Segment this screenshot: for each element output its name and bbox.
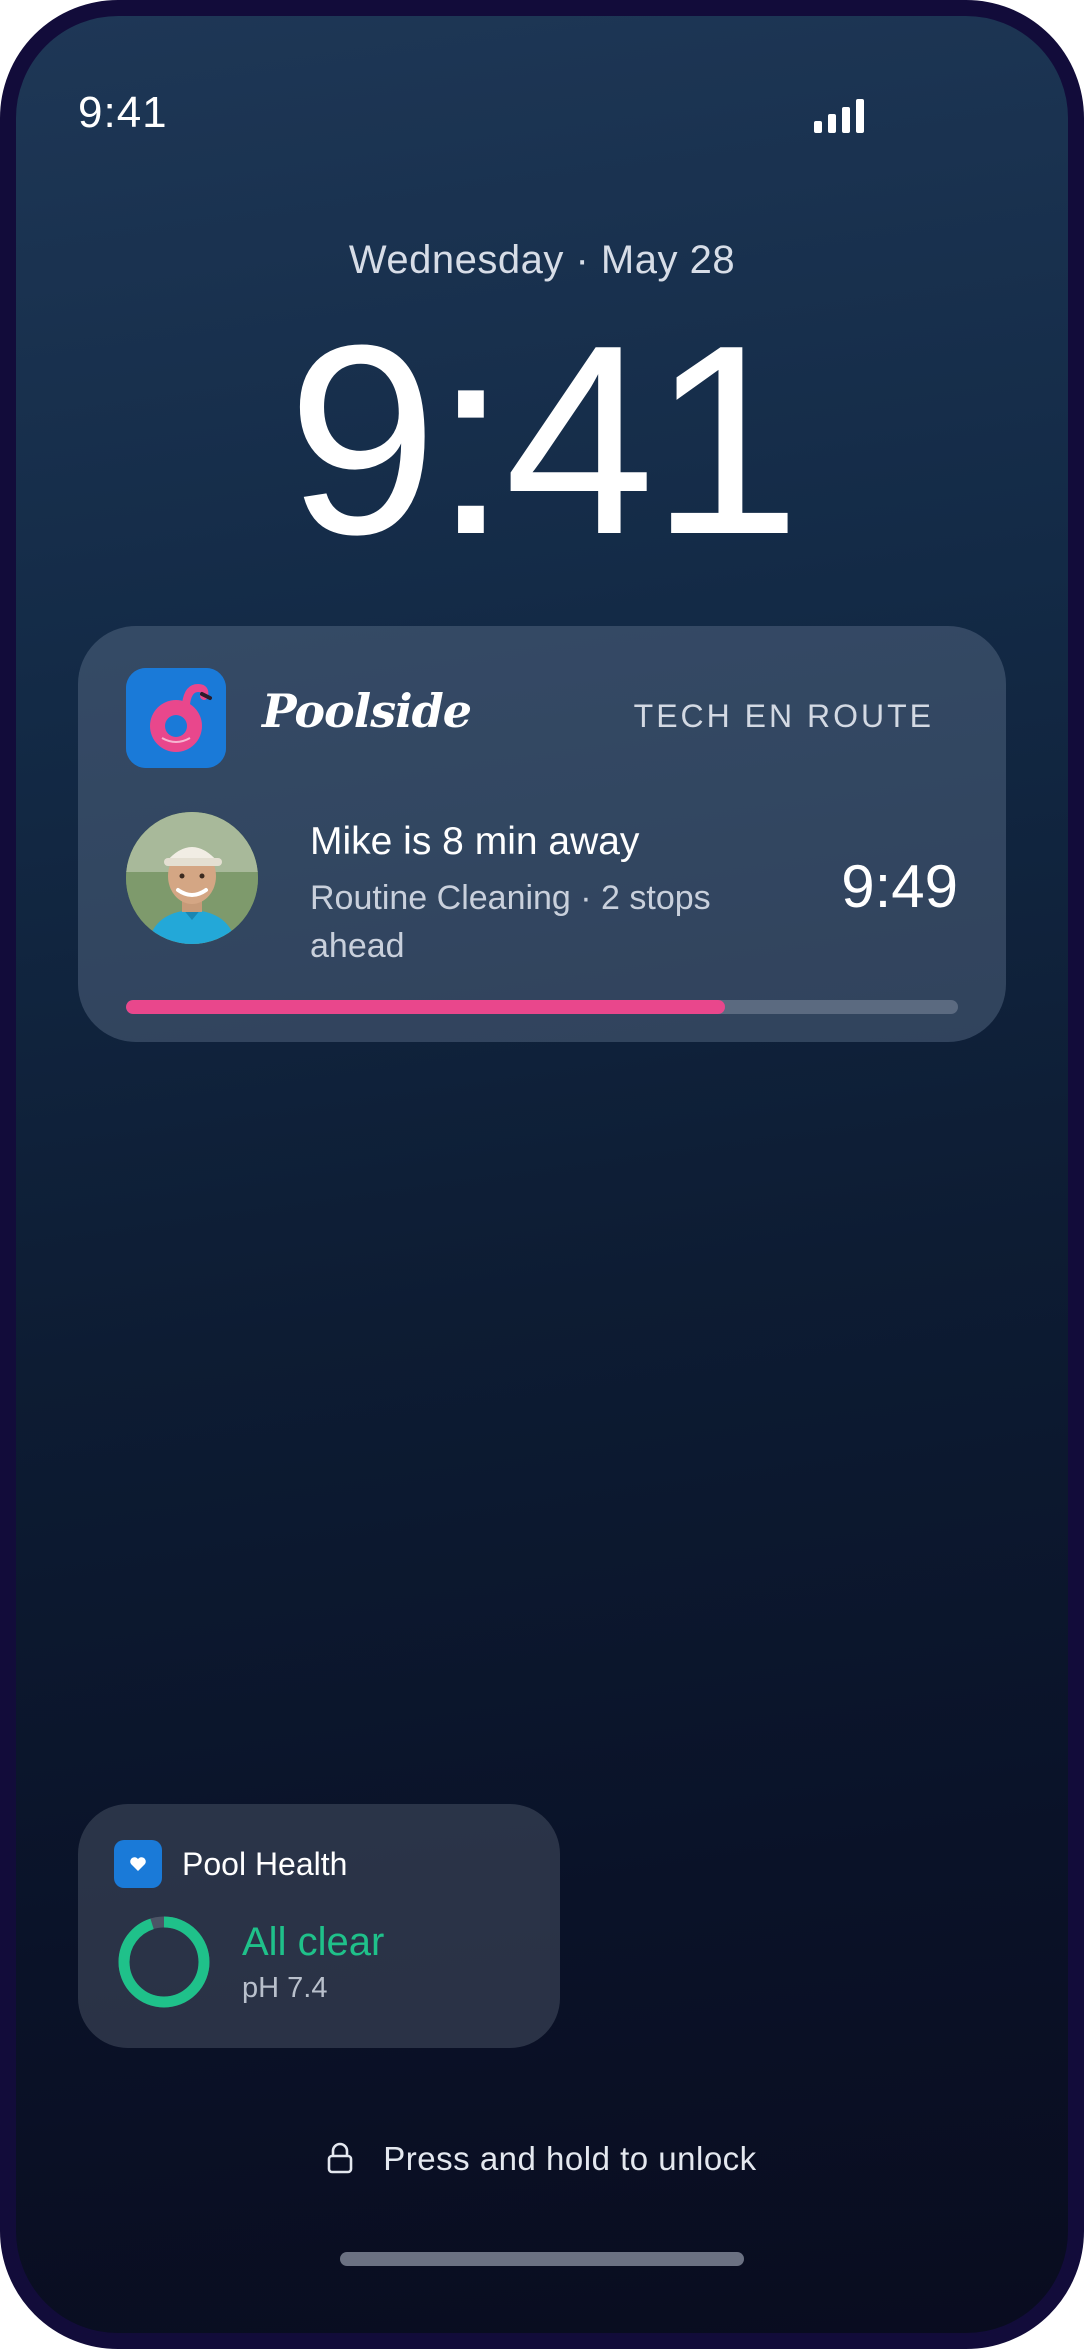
activity-status-label: TECH EN ROUTE [633,698,934,734]
live-activity-card[interactable]: Poolside TECH EN ROUTE Mike is 8 min awa… [78,626,1006,1042]
technician-avatar [126,812,258,944]
unlock-hint-text: Press and hold to unlock [383,2140,757,2177]
lock-screen-clock: 9:41 [287,290,801,591]
pool-health-widget[interactable]: Pool Health All clear pH 7.4 [78,1804,560,2048]
unlock-hint: Press and hold to unlock [16,2140,1068,2178]
app-name: Poolside [262,684,472,738]
flamingo-float-icon [126,668,226,768]
heart-icon [114,1840,162,1888]
phone-frame: 9:41 Wednesday · May 28 9:41 Poolside TE… [0,0,1084,2349]
technician-job-subtitle: Routine Cleaning · 2 stops ahead [310,879,711,965]
lock-icon [327,2142,353,2174]
widget-title: Pool Health [182,1846,348,1882]
health-ring [118,1916,210,2008]
lock-screen-date: Wednesday · May 28 [348,238,736,282]
technician-eta-title: Mike is 8 min away [310,820,640,863]
ph-reading: pH 7.4 [242,1972,328,2004]
home-indicator[interactable] [340,2252,744,2266]
health-status: All clear [242,1920,385,1964]
arrival-time: 9:49 [841,853,958,920]
route-progress-fill [126,1000,726,1014]
status-bar-time: 9:41 [78,88,168,137]
signal-bars-icon [814,99,864,133]
route-progress-bar [126,1000,958,1014]
